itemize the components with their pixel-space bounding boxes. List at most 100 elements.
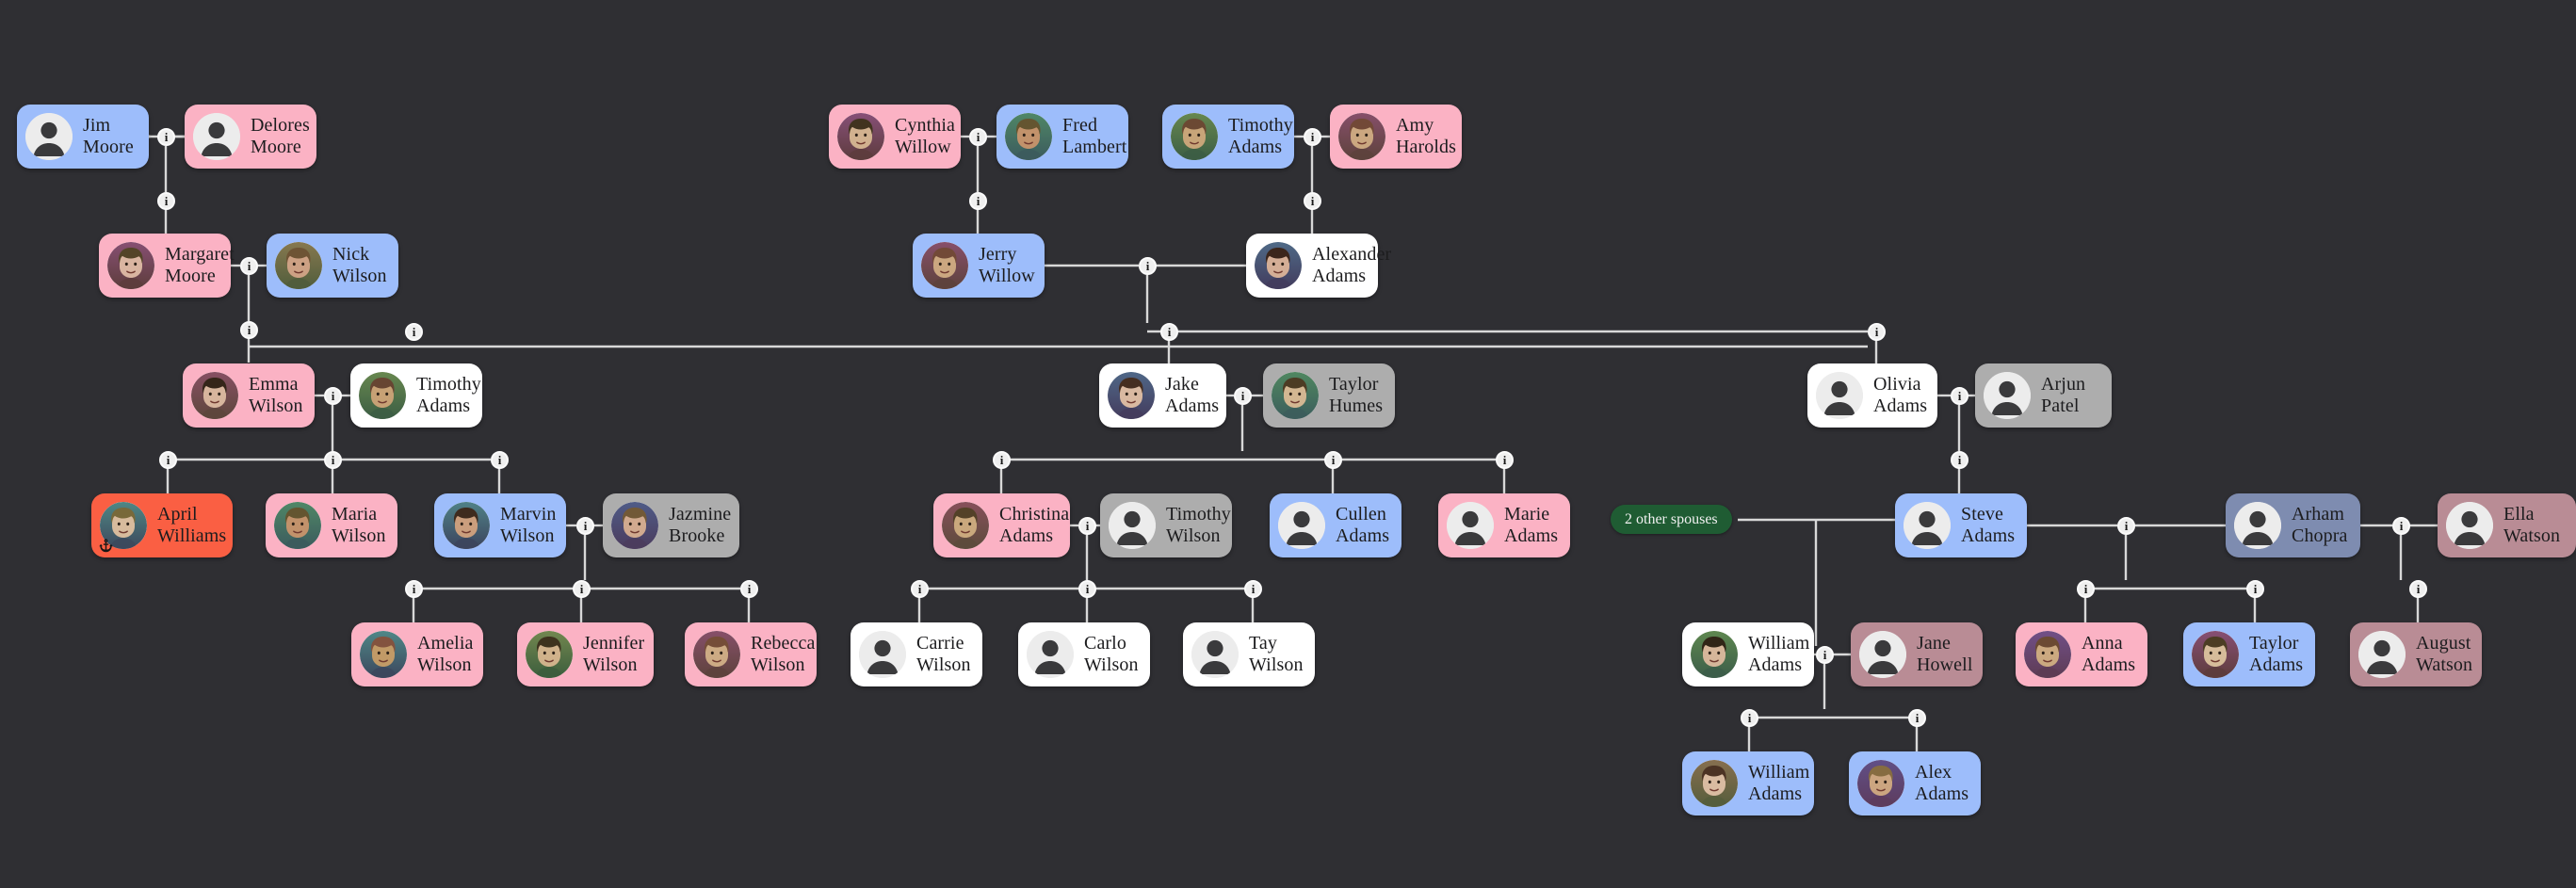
person-card-carrie_wilson[interactable]: Carrie Wilson	[851, 622, 982, 686]
relation-info-icon[interactable]: i	[1078, 517, 1096, 535]
person-card-arjun_patel[interactable]: Arjun Patel	[1975, 363, 2112, 428]
person-photo	[1857, 760, 1904, 807]
relation-info-icon[interactable]: i	[1139, 257, 1157, 275]
person-card-marvin_wilson[interactable]: Marvin Wilson	[434, 493, 566, 557]
person-photo	[611, 502, 658, 549]
person-card-steve_adams[interactable]: Steve Adams	[1895, 493, 2027, 557]
relation-info-icon[interactable]: i	[1304, 128, 1321, 146]
person-card-alex_adams[interactable]: Alex Adams	[1849, 751, 1981, 815]
person-card-jennifer_wilson[interactable]: Jennifer Wilson	[517, 622, 654, 686]
person-card-arham_chopra[interactable]: Arham Chopra	[2226, 493, 2360, 557]
person-silhouette-icon	[2358, 631, 2406, 678]
person-card-margaret_moore[interactable]: Margaret Moore	[99, 234, 235, 298]
relation-info-icon[interactable]: i	[240, 257, 258, 275]
relation-info-icon[interactable]: i	[1324, 451, 1342, 469]
relation-info-icon[interactable]: i	[1496, 451, 1514, 469]
relation-info-icon[interactable]: i	[576, 517, 594, 535]
person-name: Jim Moore	[83, 115, 134, 157]
person-photo	[275, 242, 322, 289]
relation-info-icon[interactable]: i	[1741, 709, 1758, 727]
person-card-timothy_wilson[interactable]: Timothy Wilson	[1100, 493, 1232, 557]
person-card-alexander_adams[interactable]: Alexander Adams	[1246, 234, 1391, 298]
person-photo	[1691, 631, 1738, 678]
person-card-emma_wilson[interactable]: Emma Wilson	[183, 363, 315, 428]
person-card-tay_wilson[interactable]: Tay Wilson	[1183, 622, 1315, 686]
person-photo	[191, 372, 238, 419]
person-photo	[1005, 113, 1052, 160]
person-name: Cullen Adams	[1336, 504, 1390, 546]
person-card-amelia_wilson[interactable]: Amelia Wilson	[351, 622, 483, 686]
relation-info-icon[interactable]: i	[1908, 709, 1926, 727]
person-card-jerry_willow[interactable]: Jerry Willow	[913, 234, 1045, 298]
relation-info-icon[interactable]: i	[573, 580, 591, 598]
person-card-fred_lambert[interactable]: Fred Lambert	[996, 105, 1128, 169]
person-card-cullen_adams[interactable]: Cullen Adams	[1270, 493, 1401, 557]
relation-info-icon[interactable]: i	[324, 387, 342, 405]
person-card-nick_wilson[interactable]: Nick Wilson	[267, 234, 398, 298]
relation-info-icon[interactable]: i	[1078, 580, 1096, 598]
relation-info-icon[interactable]: i	[911, 580, 929, 598]
person-card-taylor_humes[interactable]: Taylor Humes	[1263, 363, 1395, 428]
relation-info-icon[interactable]: i	[1244, 580, 1262, 598]
relation-info-icon[interactable]: i	[405, 323, 423, 341]
person-card-william_adams2[interactable]: William Adams	[1682, 751, 1814, 815]
relation-info-icon[interactable]: i	[324, 451, 342, 469]
family-tree-canvas[interactable]: 2 other spouses Jim Moore Delores Moore Ma…	[0, 0, 2576, 888]
person-card-olivia_adams[interactable]: Olivia Adams	[1807, 363, 1937, 428]
person-card-jane_howell[interactable]: Jane Howell	[1851, 622, 1983, 686]
person-silhouette-icon	[2234, 502, 2281, 549]
person-name: Ella Watson	[2503, 504, 2561, 546]
person-card-april_williams[interactable]: April Williams	[91, 493, 233, 557]
person-card-delores_moore[interactable]: Delores Moore	[185, 105, 316, 169]
person-name: Timothy Adams	[416, 374, 481, 416]
relation-info-icon[interactable]: i	[157, 128, 175, 146]
other-spouses-badge[interactable]: 2 other spouses	[1611, 505, 1732, 534]
person-card-rebecca_wilson[interactable]: Rebecca Wilson	[685, 622, 817, 686]
person-card-william_adams[interactable]: William Adams	[1682, 622, 1814, 686]
person-name: Cynthia Willow	[895, 115, 956, 157]
relation-info-icon[interactable]: i	[1868, 323, 1886, 341]
relation-info-icon[interactable]: i	[1160, 323, 1178, 341]
relation-info-icon[interactable]: i	[2392, 517, 2410, 535]
relation-info-icon[interactable]: i	[159, 451, 177, 469]
person-card-maria_wilson[interactable]: Maria Wilson	[266, 493, 397, 557]
relation-info-icon[interactable]: i	[491, 451, 509, 469]
relation-info-icon[interactable]: i	[1234, 387, 1252, 405]
relation-info-icon[interactable]: i	[1304, 192, 1321, 210]
person-name: Rebecca Wilson	[751, 633, 816, 675]
person-name: Jerry Willow	[979, 244, 1035, 286]
relation-info-icon[interactable]: i	[157, 192, 175, 210]
anchor-icon[interactable]	[98, 538, 114, 554]
relation-info-icon[interactable]: i	[405, 580, 423, 598]
person-card-timothy_adams2[interactable]: Timothy Adams	[1162, 105, 1294, 169]
relation-info-icon[interactable]: i	[2077, 580, 2095, 598]
person-card-jake_adams[interactable]: Jake Adams	[1099, 363, 1226, 428]
relation-info-icon[interactable]: i	[740, 580, 758, 598]
person-card-amy_harolds[interactable]: Amy Harolds	[1330, 105, 1462, 169]
person-name: Marie Adams	[1504, 504, 1559, 546]
relation-info-icon[interactable]: i	[969, 192, 987, 210]
person-card-marie_adams[interactable]: Marie Adams	[1438, 493, 1570, 557]
person-card-cynthia_willow[interactable]: Cynthia Willow	[829, 105, 961, 169]
person-card-jim_moore[interactable]: Jim Moore	[17, 105, 149, 169]
person-card-christina_adams[interactable]: Christina Adams	[933, 493, 1070, 557]
person-photo	[1338, 113, 1385, 160]
relation-info-icon[interactable]: i	[2246, 580, 2264, 598]
person-photo	[921, 242, 968, 289]
person-card-timothy_adams1[interactable]: Timothy Adams	[350, 363, 482, 428]
person-card-ella_watson[interactable]: Ella Watson	[2438, 493, 2576, 557]
person-card-taylor_adams[interactable]: Taylor Adams	[2183, 622, 2315, 686]
relation-info-icon[interactable]: i	[1951, 451, 1968, 469]
relation-info-icon[interactable]: i	[993, 451, 1011, 469]
relation-info-icon[interactable]: i	[2409, 580, 2427, 598]
person-card-jazmine_brooke[interactable]: Jazmine Brooke	[603, 493, 739, 557]
relation-info-icon[interactable]: i	[1816, 646, 1834, 664]
person-card-anna_adams[interactable]: Anna Adams	[2016, 622, 2147, 686]
person-card-august_watson[interactable]: August Watson	[2350, 622, 2482, 686]
person-card-carlo_wilson[interactable]: Carlo Wilson	[1018, 622, 1150, 686]
person-name: Timothy Wilson	[1166, 504, 1231, 546]
relation-info-icon[interactable]: i	[1951, 387, 1968, 405]
relation-info-icon[interactable]: i	[240, 321, 258, 339]
relation-info-icon[interactable]: i	[969, 128, 987, 146]
relation-info-icon[interactable]: i	[2117, 517, 2135, 535]
